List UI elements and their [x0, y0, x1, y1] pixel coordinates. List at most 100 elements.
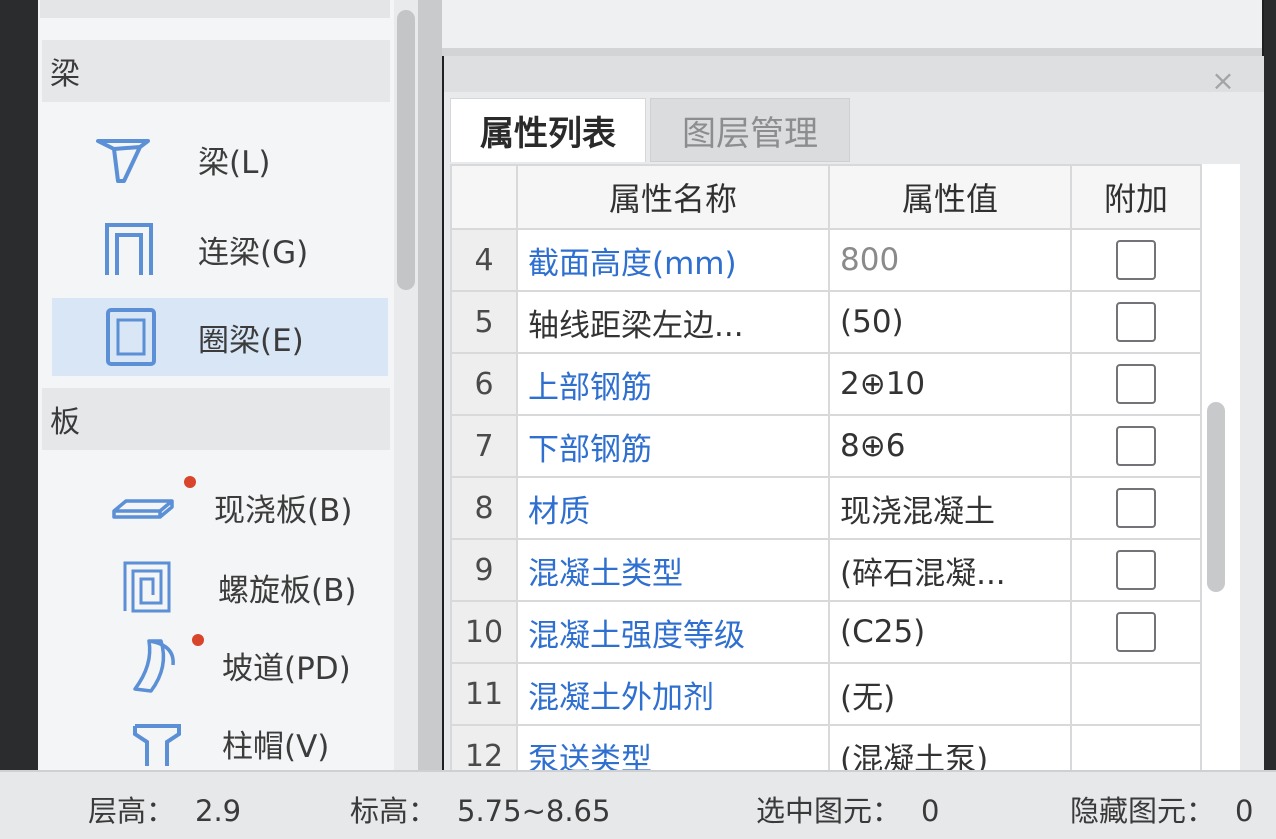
additional-cell — [1070, 662, 1202, 726]
panel-splitter[interactable] — [418, 0, 442, 770]
additional-cell — [1070, 724, 1202, 770]
table-row[interactable]: 5 轴线距梁左边... (50) — [450, 290, 1240, 354]
additional-checkbox[interactable] — [1116, 240, 1156, 280]
additional-checkbox[interactable] — [1116, 426, 1156, 466]
additional-checkbox[interactable] — [1116, 488, 1156, 528]
nav-item-coupling-beam[interactable]: 连梁(G) — [58, 212, 388, 286]
additional-cell — [1070, 600, 1202, 664]
nav-item-label: 柱帽(V) — [222, 728, 330, 765]
hidden-elements-value: 0 — [1235, 794, 1254, 828]
group-header-beam[interactable]: 梁 — [42, 40, 390, 102]
nav-item-spiral-slab[interactable]: 螺旋板(B) — [58, 550, 388, 624]
additional-cell — [1070, 414, 1202, 478]
tab-layer-management[interactable]: 图层管理 — [650, 98, 850, 162]
row-number: 5 — [450, 290, 518, 354]
elevation-value: 5.75~8.65 — [457, 794, 611, 828]
table-row[interactable]: 11 混凝土外加剂 (无) — [450, 662, 1240, 726]
nav-item-beam[interactable]: 梁(L) — [58, 122, 388, 196]
row-number: 7 — [450, 414, 518, 478]
selected-elements-label: 选中图元： — [756, 794, 902, 828]
additional-checkbox[interactable] — [1116, 550, 1156, 590]
group-header-slab[interactable]: 板 — [42, 388, 390, 450]
property-name: 混凝土强度等级 — [516, 600, 830, 664]
header-additional: 附加 — [1070, 164, 1202, 230]
property-value-field[interactable]: 2⊕10 — [828, 352, 1072, 416]
header-filler — [1201, 165, 1240, 229]
nav-item-label: 连梁(G) — [198, 234, 309, 271]
property-value-field[interactable]: 现浇混凝土 — [828, 476, 1072, 540]
table-scrollbar-thumb[interactable] — [1207, 402, 1225, 592]
selected-elements-value: 0 — [921, 794, 940, 828]
floor-height-status: 层高： 2.9 — [88, 788, 241, 830]
property-name: 截面高度(mm) — [516, 228, 830, 292]
property-value-field[interactable]: (50) — [828, 290, 1072, 354]
nav-item-label: 梁(L) — [198, 144, 271, 181]
coupling-beam-icon — [94, 219, 164, 279]
additional-checkbox[interactable] — [1116, 612, 1156, 652]
nav-item-label: 螺旋板(B) — [218, 572, 357, 609]
nav-item-label: 现浇板(B) — [214, 492, 353, 529]
component-nav-panel: 梁 梁(L) 连梁(G) 圈梁(E) 板 现浇板(B) 螺旋板(B) 坡道(PD… — [0, 0, 418, 770]
floor-height-label: 层高： — [88, 794, 176, 828]
additional-checkbox[interactable] — [1116, 302, 1156, 342]
close-icon[interactable]: × — [1210, 67, 1236, 95]
panel-separator — [442, 48, 1262, 56]
property-name: 泵送类型 — [516, 724, 830, 770]
nav-item-cast-slab[interactable]: 现浇板(B) — [58, 470, 388, 544]
header-property-name: 属性名称 — [516, 164, 830, 230]
nav-scrollbar[interactable] — [394, 0, 418, 770]
property-name: 混凝土类型 — [516, 538, 830, 602]
table-row[interactable]: 9 混凝土类型 (碎石混凝... — [450, 538, 1240, 602]
nav-item-ring-beam[interactable]: 圈梁(E) — [52, 298, 388, 376]
header-rownum — [450, 164, 518, 230]
nav-item-label: 坡道(PD) — [222, 650, 351, 687]
group-title: 板 — [50, 405, 80, 440]
ramp-icon — [120, 635, 190, 695]
beam-icon — [88, 129, 158, 189]
row-number: 12 — [450, 724, 518, 770]
header-property-value: 属性值 — [828, 164, 1072, 230]
table-row[interactable]: 4 截面高度(mm) 800 — [450, 228, 1240, 292]
table-row[interactable]: 6 上部钢筋 2⊕10 — [450, 352, 1240, 416]
selected-elements-status: 选中图元： 0 — [756, 788, 939, 830]
table-row[interactable]: 10 混凝土强度等级 (C25) — [450, 600, 1240, 664]
hidden-elements-status: 隐藏图元： 0 — [1070, 788, 1253, 830]
window-edge — [1264, 0, 1276, 770]
tab-label: 属性列表 — [480, 114, 616, 154]
property-value-field[interactable]: (C25) — [828, 600, 1072, 664]
row-number: 11 — [450, 662, 518, 726]
property-value-field[interactable]: 8⊕6 — [828, 414, 1072, 478]
property-name: 下部钢筋 — [516, 414, 830, 478]
additional-cell — [1070, 476, 1202, 540]
property-table-container: 属性名称 属性值 附加 4 截面高度(mm) 800 5 轴线距梁左边... (50) 6 上… — [450, 164, 1240, 770]
property-value-field[interactable]: (碎石混凝... — [828, 538, 1072, 602]
property-value-field[interactable]: 800 — [828, 228, 1072, 292]
property-value-field[interactable]: (混凝土泵) — [828, 724, 1072, 770]
tab-label: 图层管理 — [682, 113, 818, 154]
additional-cell — [1070, 228, 1202, 292]
additional-cell — [1070, 538, 1202, 602]
additional-checkbox[interactable] — [1116, 364, 1156, 404]
floor-height-value: 2.9 — [195, 794, 242, 828]
tab-property-list[interactable]: 属性列表 — [450, 98, 646, 162]
property-value-field[interactable]: (无) — [828, 662, 1072, 726]
table-scrollbar[interactable] — [1202, 272, 1230, 770]
table-row[interactable]: 7 下部钢筋 8⊕6 — [450, 414, 1240, 478]
elevation-label: 标高： — [350, 794, 438, 828]
nav-item-column-cap[interactable]: 柱帽(V) — [58, 706, 388, 780]
nav-scrollbar-thumb[interactable] — [397, 10, 415, 290]
column-cap-icon — [122, 713, 192, 773]
table-row[interactable]: 8 材质 现浇混凝土 — [450, 476, 1240, 540]
new-badge-dot — [184, 476, 196, 488]
table-row[interactable]: 12 泵送类型 (混凝土泵) — [450, 724, 1240, 770]
panel-titlebar — [444, 56, 1264, 92]
spiral-slab-icon — [112, 557, 182, 617]
ring-beam-icon — [96, 307, 166, 367]
row-number: 4 — [450, 228, 518, 292]
new-badge-dot — [192, 634, 204, 646]
row-number: 8 — [450, 476, 518, 540]
window-edge — [0, 0, 38, 770]
additional-cell — [1070, 352, 1202, 416]
row-number: 10 — [450, 600, 518, 664]
nav-item-ramp[interactable]: 坡道(PD) — [58, 628, 388, 702]
